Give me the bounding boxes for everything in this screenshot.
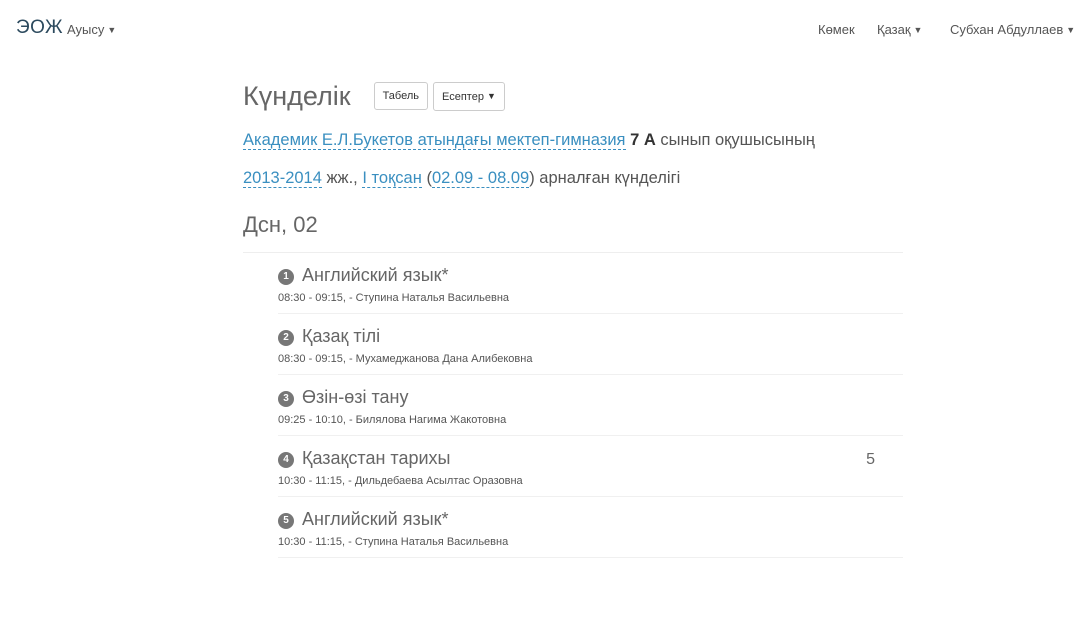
language-label: Қазақ: [877, 22, 911, 37]
lesson-name: Английский язык*: [302, 265, 449, 285]
lesson-number-badge: 1: [278, 269, 294, 285]
lesson-number-badge: 2: [278, 330, 294, 346]
user-menu[interactable]: Субхан Абдуллаев ▼: [950, 22, 1075, 37]
switch-menu-label: Ауысу: [67, 22, 105, 37]
lesson-meta: 08:30 - 09:15, - Мухамеджанова Дана Алиб…: [278, 353, 533, 365]
caret-down-icon: ▼: [913, 25, 923, 35]
brand-logo[interactable]: ЭОЖ: [16, 17, 63, 39]
lesson-item[interactable]: 5 Английский язык* 10:30 - 11:15, - Ступин…: [278, 497, 903, 558]
reports-button[interactable]: Есептер ▼: [433, 81, 505, 111]
lesson-meta: 09:25 - 10:10, - Билялова Нагима Жакотов…: [278, 414, 507, 426]
lesson-name: Қазақ тілі: [302, 326, 381, 346]
day-heading: Дсн, 02: [243, 212, 903, 253]
caret-down-icon: ▼: [486, 90, 496, 101]
lesson-number-badge: 5: [278, 513, 294, 529]
year-link[interactable]: 2013-2014: [243, 169, 322, 188]
diary-content: Күнделік Табель Есептер ▼ Академик Е.Л.Бу…: [243, 80, 903, 558]
switch-menu[interactable]: Ауысу ▼: [67, 22, 116, 37]
year-suffix: жж.,: [326, 169, 358, 187]
tabel-button[interactable]: Табель: [373, 82, 428, 110]
lesson-name: Английский язык*: [302, 509, 449, 529]
school-link[interactable]: Академик Е.Л.Букетов атындағы мектеп-гим…: [243, 131, 626, 150]
quarter-link[interactable]: I тоқсан: [362, 169, 422, 188]
lesson-meta: 08:30 - 09:15, - Ступина Наталья Василье…: [278, 292, 510, 304]
lesson-item[interactable]: 2 Қазақ тілі 08:30 - 09:15, - Мухамеджанов…: [278, 314, 903, 375]
lesson-item[interactable]: 4 Қазақстан тарихы 10:30 - 11:15, - Дильде…: [278, 436, 903, 497]
description-tail: арналған күнделігі: [539, 169, 681, 187]
language-menu[interactable]: Қазақ ▼: [877, 22, 922, 37]
reports-button-label: Есептер: [442, 90, 484, 103]
caret-down-icon: ▼: [107, 25, 117, 35]
range-close: ): [529, 169, 535, 187]
lesson-item[interactable]: 1 Английский язык* 08:30 - 09:15, - Ступин…: [278, 253, 903, 314]
lesson-name: Қазақстан тарихы: [302, 448, 451, 468]
lesson-list: 1 Английский язык* 08:30 - 09:15, - Ступин…: [243, 253, 903, 558]
caret-down-icon: ▼: [1066, 25, 1076, 35]
lesson-number-badge: 3: [278, 391, 294, 407]
class-suffix: сынып оқушысының: [660, 131, 815, 149]
lesson-meta: 10:30 - 11:15, - Ступина Наталья Василье…: [278, 536, 509, 548]
lesson-item[interactable]: 3 Өзін-өзі тану 09:25 - 10:10, - Билялова …: [278, 375, 903, 436]
top-navbar: ЭОЖ Ауысу ▼ Көмек Қазақ ▼ Субхан Абдуллаев…: [0, 0, 1089, 58]
description-line-2: 2013-2014 жж., I тоқсан (02.09 - 08.09) …: [243, 166, 903, 190]
description-line-1: Академик Е.Л.Букетов атындағы мектеп-гим…: [243, 128, 903, 152]
page-title: Күнделік: [243, 80, 351, 111]
title-row: Күнделік Табель Есептер ▼: [243, 80, 903, 112]
lesson-meta: 10:30 - 11:15, - Дильдебаева Асылтас Ора…: [278, 475, 523, 487]
lesson-number-badge: 4: [278, 452, 294, 468]
lesson-grade: 5: [866, 451, 875, 468]
class-name: 7 А: [630, 131, 656, 149]
lesson-name: Өзін-өзі тану: [302, 387, 409, 407]
help-link[interactable]: Көмек: [818, 22, 855, 37]
user-name: Субхан Абдуллаев: [950, 22, 1064, 37]
date-range-link[interactable]: 02.09 - 08.09: [431, 169, 530, 188]
